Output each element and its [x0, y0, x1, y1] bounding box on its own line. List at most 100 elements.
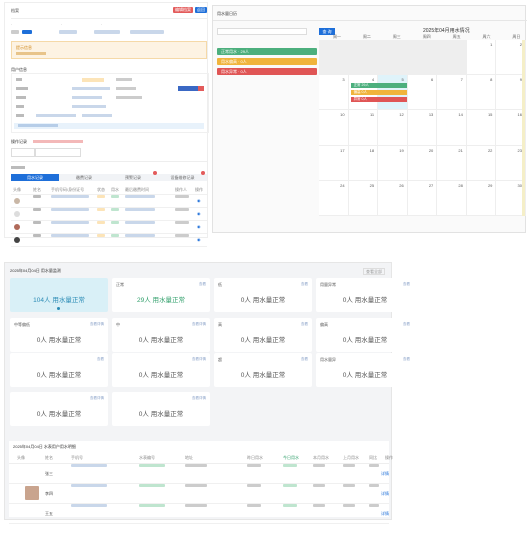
stat-card[interactable]: 查看详情 0人 用水量正常: [112, 353, 210, 387]
stat-card[interactable]: 查看详情 0人 用水量正常: [112, 392, 210, 426]
view-icon[interactable]: ◉: [197, 208, 201, 220]
day-number: 7: [460, 77, 463, 83]
tab-water-record[interactable]: 用水记录: [11, 174, 59, 181]
day-number: 15: [487, 112, 493, 118]
card-link[interactable]: 查看详情: [192, 357, 206, 362]
day-cell[interactable]: 7: [437, 75, 467, 111]
tab-alert-record[interactable]: 预警记录: [109, 174, 157, 181]
day-cell[interactable]: 17: [319, 145, 349, 181]
card-value: 0人 用水量正常: [138, 337, 184, 344]
day-cell[interactable]: 13: [407, 110, 438, 146]
legend-abnormal[interactable]: 用水异常 · 0人: [217, 68, 317, 75]
day-number: 26: [399, 182, 404, 188]
day-cell[interactable]: [437, 40, 467, 76]
row-detail-link[interactable]: 详情: [381, 484, 389, 503]
card-link[interactable]: 查看: [403, 322, 410, 327]
stat-card[interactable]: 高 查看 0人 用水量正常: [214, 318, 312, 352]
record-tag[interactable]: [35, 148, 81, 157]
card-label: 中: [116, 322, 120, 327]
card-link[interactable]: 查看: [403, 282, 410, 287]
card-value: 0人 用水量正常: [138, 372, 184, 379]
day-cell[interactable]: 29: [466, 180, 497, 216]
table-row[interactable]: ◉: [11, 208, 207, 221]
legend-high[interactable]: 用水偏高 · 0人: [217, 58, 317, 65]
day-cell[interactable]: 18: [348, 145, 379, 181]
card-link[interactable]: 查看: [301, 357, 308, 362]
record-tag[interactable]: [11, 148, 35, 157]
day-cell[interactable]: 11: [348, 110, 379, 146]
day-cell[interactable]: 26: [378, 180, 408, 216]
card-link[interactable]: 查看: [403, 357, 410, 362]
day-cell[interactable]: [378, 40, 408, 76]
day-cell[interactable]: 8: [466, 75, 497, 111]
table-header: 头像 姓名 手机号 水表编号 地址 昨日用水 今日用水 本月用水 上月用水 同比…: [9, 453, 393, 464]
day-cell[interactable]: 3: [319, 75, 349, 111]
day-cell[interactable]: 10: [319, 110, 349, 146]
day-cell[interactable]: 25: [348, 180, 379, 216]
day-cell[interactable]: 12: [378, 110, 408, 146]
card-link[interactable]: 查看详情: [192, 322, 206, 327]
day-cell[interactable]: 20: [407, 145, 438, 181]
day-cell[interactable]: 24: [319, 180, 349, 216]
view-icon[interactable]: ◉: [197, 234, 201, 246]
stat-card[interactable]: 中 查看详情 0人 用水量正常: [112, 318, 210, 352]
day-cell[interactable]: [319, 40, 349, 76]
view-icon[interactable]: ◉: [197, 221, 201, 233]
day-cell[interactable]: 1: [466, 40, 497, 76]
divider: [11, 18, 207, 19]
day-number: 13: [428, 112, 434, 118]
table-row[interactable]: 王五 详情: [9, 504, 389, 524]
card-value: 0人 用水量正常: [36, 372, 82, 379]
day-cell[interactable]: 28: [437, 180, 467, 216]
row-detail-link[interactable]: 详情: [381, 464, 389, 483]
day-event[interactable]: 异常 0人: [350, 97, 407, 103]
search-input[interactable]: [217, 28, 307, 35]
table-row[interactable]: 李四 详情: [9, 484, 389, 504]
day-cell[interactable]: 27: [407, 180, 438, 216]
day-cell[interactable]: 4 正常 29人 偏高 0人 异常 0人: [348, 75, 407, 111]
view-icon[interactable]: ◉: [197, 195, 201, 207]
stat-card[interactable]: 查看详情 0人 用水量正常: [10, 392, 108, 426]
table-row[interactable]: ◉: [11, 234, 207, 247]
table-row[interactable]: 张三 详情: [9, 464, 389, 484]
day-cell[interactable]: 6: [407, 75, 438, 111]
day-cell[interactable]: 14: [437, 110, 467, 146]
stat-card[interactable]: 正常 查看 29人 用水量正常: [112, 278, 210, 312]
stat-card[interactable]: 偏高 查看 0人 用水量正常: [316, 318, 414, 352]
edit-archive-button[interactable]: 编辑档案: [173, 7, 193, 13]
day-cell[interactable]: 22: [466, 145, 497, 181]
stat-card[interactable]: 超 查看 0人 用水量正常: [214, 353, 312, 387]
day-event[interactable]: 偏高 0人: [350, 90, 407, 96]
card-link[interactable]: 查看详情: [90, 322, 104, 327]
card-link[interactable]: 查看: [301, 282, 308, 287]
card-link[interactable]: 查看详情: [192, 396, 206, 401]
back-button[interactable]: 返回: [195, 7, 207, 13]
day-cell[interactable]: [348, 40, 379, 76]
monitor-panel: 2025年04月04日 用水量监测 查看全部 104人 用水量正常 正常 查看 29人…: [4, 262, 414, 524]
tab-payment-record[interactable]: 缴费记录: [60, 174, 108, 181]
legend-normal[interactable]: 正常用水 · 29人: [217, 48, 317, 55]
stat-card[interactable]: 低 查看 0人 用水量正常: [214, 278, 312, 312]
avatar: [14, 198, 20, 204]
card-link[interactable]: 查看: [97, 357, 104, 362]
day-cell[interactable]: 19: [378, 145, 408, 181]
table-row[interactable]: ◉: [11, 195, 207, 208]
stat-card[interactable]: 中等偏低 查看详情 0人 用水量正常: [10, 318, 108, 352]
table-row[interactable]: ◉: [11, 221, 207, 234]
day-event[interactable]: 正常 29人: [350, 83, 407, 89]
day-cell[interactable]: 21: [437, 145, 467, 181]
card-link[interactable]: 查看: [301, 322, 308, 327]
stat-card[interactable]: 查看 0人 用水量正常: [10, 353, 108, 387]
tab-repair-record[interactable]: 设备维修记录: [158, 174, 207, 181]
card-label: 正常: [116, 282, 124, 287]
day-number: 12: [399, 112, 404, 118]
day-cell[interactable]: [407, 40, 438, 76]
card-link[interactable]: 查看详情: [90, 396, 104, 401]
day-number: 28: [458, 182, 463, 188]
day-cell[interactable]: 15: [466, 110, 497, 146]
card-link[interactable]: 查看: [199, 282, 206, 287]
stat-card[interactable]: 用水量异 查看 0人 用水量正常: [316, 353, 414, 387]
view-all-button[interactable]: 查看全部: [363, 268, 385, 275]
row-detail-link[interactable]: 详情: [381, 504, 389, 523]
stat-card[interactable]: 用量异常 查看 0人 用水量正常: [316, 278, 414, 312]
